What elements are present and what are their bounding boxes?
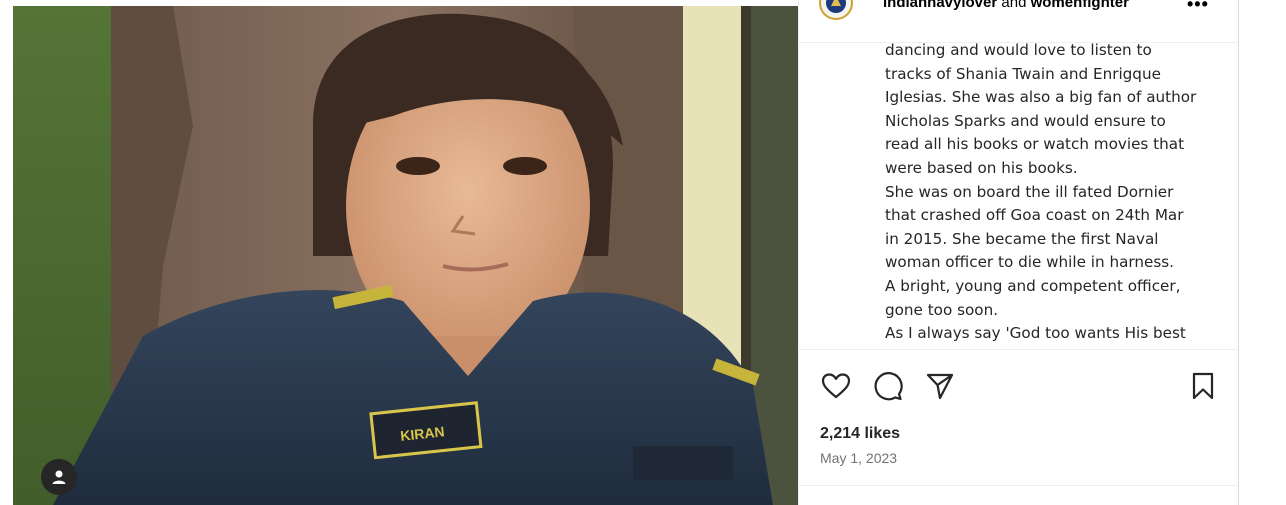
navy-emblem-icon	[819, 0, 853, 20]
comment-button[interactable]	[872, 370, 904, 402]
authors-joiner: and	[997, 0, 1031, 11]
bookmark-icon	[1192, 372, 1214, 400]
author-avatar[interactable]	[819, 0, 853, 20]
caption-line: She was on board the ill fated Dornier	[885, 182, 1174, 201]
caption-line: were based on his books.	[885, 158, 1078, 177]
share-button[interactable]	[924, 370, 956, 402]
post-date[interactable]: May 1, 2023	[820, 450, 897, 466]
more-options-button[interactable]: •••	[1187, 0, 1209, 15]
caption-line: read all his books or watch movies that	[885, 135, 1185, 154]
user-tag-icon	[52, 470, 66, 484]
caption-line: tracks of Shania Twain and Enrigque	[885, 64, 1161, 83]
comment-icon	[874, 372, 903, 401]
caption-line: Nicholas Sparks and would ensure to	[885, 111, 1166, 130]
author-link-primary[interactable]: indiannavylover	[883, 0, 997, 11]
caption-line: gone too soon.	[885, 300, 999, 319]
author-link-collab[interactable]: womenfighter	[1031, 0, 1129, 11]
likes-count[interactable]: 2,214 likes	[820, 425, 900, 443]
post-caption: dancing and would love to listen to trac…	[885, 39, 1220, 348]
caption-line: in 2015. She became the first Naval	[885, 229, 1159, 248]
caption-line: that crashed off Goa coast on 24th Mar	[885, 206, 1184, 225]
send-icon	[926, 373, 954, 400]
heart-icon	[821, 373, 851, 399]
divider	[799, 485, 1238, 486]
caption-line: A bright, young and competent officer,	[885, 276, 1181, 295]
post-actions	[799, 349, 1238, 420]
caption-line: As I always say 'God too wants His best	[885, 324, 1186, 343]
user-tag-button[interactable]	[41, 459, 77, 495]
caption-line: woman officer to die while in harness.	[885, 253, 1174, 272]
like-button[interactable]	[820, 370, 852, 402]
post-authors: indiannavylover and womenfighter	[883, 0, 1169, 11]
post-header: indiannavylover and womenfighter •••	[799, 0, 1238, 43]
save-button[interactable]	[1187, 370, 1219, 402]
post-photo-image: KIRAN	[13, 6, 798, 505]
post-photo[interactable]: KIRAN	[13, 6, 798, 505]
post-side-panel: dancing and would love to listen to trac…	[798, 0, 1239, 505]
caption-line: Iglesias. She was also a big fan of auth…	[885, 88, 1197, 107]
